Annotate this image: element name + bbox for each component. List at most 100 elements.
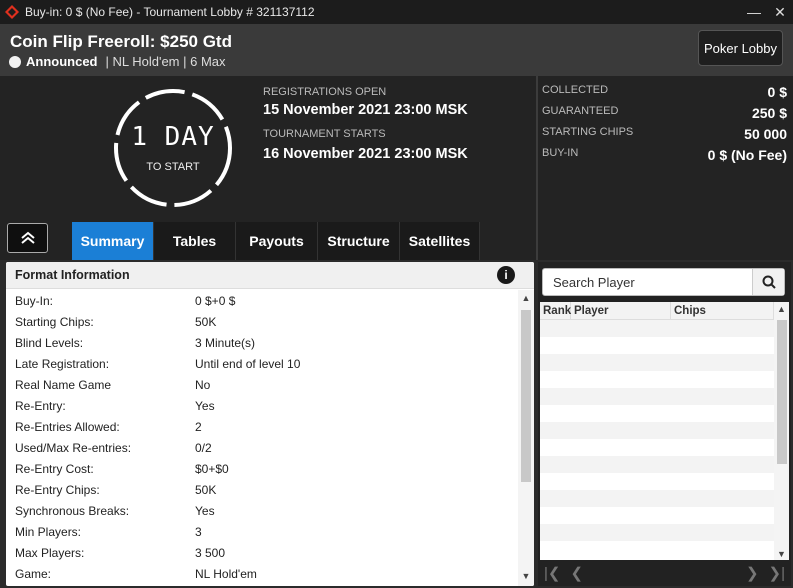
format-row-value: $0+$0 (195, 461, 229, 476)
prev-page-icon[interactable]: ❮ (570, 564, 583, 582)
format-row-key: Re-Entry Cost: (15, 461, 94, 476)
format-row: Late Registration: Until end of level 10 (6, 353, 518, 374)
format-row-key: Re-Entries Allowed: (15, 419, 120, 434)
format-row-value: No (195, 377, 211, 392)
scroll-up-icon[interactable]: ▲ (518, 293, 534, 307)
info-icon[interactable]: i (497, 266, 515, 284)
format-row: Starting Chips: 50K (6, 311, 518, 332)
format-row: Max Players: 3 500 (6, 542, 518, 563)
status-badge: Announced (26, 54, 98, 69)
starting-chips-label: STARTING CHIPS (542, 126, 634, 138)
starts-value: 16 November 2021 23:00 MSK (263, 146, 468, 162)
table-row (540, 405, 789, 422)
players-table: Rank Player Chips ▲ ▼ (540, 302, 789, 560)
players-scroll-down-icon[interactable]: ▼ (774, 549, 789, 559)
format-row-value: 0 $+0 $ (195, 293, 236, 308)
players-table-body (540, 320, 789, 558)
table-row (540, 422, 789, 439)
format-information-panel: Format Information i Buy-In: 0 $+0 $ Start… (6, 262, 534, 586)
search-icon (762, 275, 776, 289)
table-row (540, 507, 789, 524)
collected-value: 0 $ (767, 84, 787, 100)
first-page-icon[interactable]: |❮ (544, 564, 560, 582)
format-row-key: Re-Entry Chips: (15, 482, 100, 497)
tournament-header: Coin Flip Freeroll: $250 Gtd Announced |… (0, 24, 793, 76)
format-row-value: 3 (195, 524, 202, 539)
format-row-value: Yes (195, 398, 215, 413)
format-row-key: Re-Entry: (15, 398, 66, 413)
format-row-key: Max Players: (15, 545, 85, 560)
guaranteed-label: GUARANTEED (542, 105, 619, 117)
registrations-label: REGISTRATIONS OPEN (263, 86, 387, 98)
game-info: | NL Hold'em | 6 Max (105, 54, 226, 69)
format-row-key: Blind Levels: (15, 335, 84, 350)
registrations-value: 15 November 2021 23:00 MSK (263, 102, 468, 118)
column-chips[interactable]: Chips (671, 302, 774, 319)
next-page-icon[interactable]: ❯ (746, 564, 759, 582)
collected-label: COLLECTED (542, 84, 609, 96)
table-row (540, 456, 789, 473)
column-rank[interactable]: Rank (540, 302, 571, 319)
players-scrollbar[interactable]: ▲ ▼ (774, 302, 789, 560)
format-row-value: Yes (195, 503, 215, 518)
table-row (540, 490, 789, 507)
format-row-value: 50K (195, 482, 217, 497)
tournament-subtitle: Announced | NL Hold'em | 6 Max (9, 54, 226, 69)
starts-label: TOURNAMENT STARTS (263, 128, 386, 140)
format-heading: Format Information (6, 262, 534, 289)
tab-tables[interactable]: Tables (154, 222, 236, 260)
close-icon[interactable]: ✕ (767, 0, 793, 24)
guaranteed-value: 250 $ (751, 105, 787, 121)
table-row (540, 371, 789, 388)
format-row-key: Starting Chips: (15, 314, 94, 329)
title-bar: Buy-in: 0 $ (No Fee) - Tournament Lobby … (0, 0, 793, 24)
table-row (540, 337, 789, 354)
format-scrollbar[interactable]: ▲ ▼ (518, 290, 534, 586)
format-row-key: Real Name Game (15, 377, 112, 392)
table-row (540, 541, 789, 558)
scroll-down-icon[interactable]: ▼ (518, 571, 534, 585)
format-row: Re-Entry Cost: $0+$0 (6, 458, 518, 479)
players-panel: Search Player Rank Player Chips ▲ ▼ |❮ ❮… (538, 262, 791, 586)
search-player-input[interactable]: Search Player (553, 275, 635, 290)
tab-satellites[interactable]: Satellites (400, 222, 480, 260)
tab-structure[interactable]: Structure (318, 222, 400, 260)
format-row: Real Name Game No (6, 374, 518, 395)
format-row: Used/Max Re-entries: 0/2 (6, 437, 518, 458)
format-row-value: 50K (195, 314, 217, 329)
column-player[interactable]: Player (571, 302, 671, 319)
table-row (540, 439, 789, 456)
table-row (540, 320, 789, 337)
collapse-button[interactable] (7, 223, 48, 253)
tab-payouts[interactable]: Payouts (236, 222, 318, 260)
lobby-tabs: Summary Tables Payouts Structure Satelli… (72, 222, 480, 260)
table-row (540, 524, 789, 541)
tab-summary[interactable]: Summary (72, 222, 154, 260)
last-page-icon[interactable]: ❯| (769, 564, 785, 582)
double-chevron-up-icon (20, 231, 35, 244)
players-scroll-thumb[interactable] (777, 320, 787, 464)
format-row-key: Synchronous Breaks: (15, 503, 130, 518)
scroll-thumb[interactable] (521, 310, 531, 482)
window-title: Buy-in: 0 $ (No Fee) - Tournament Lobby … (25, 5, 315, 19)
table-row (540, 388, 789, 405)
search-button[interactable] (752, 269, 784, 295)
search-player-field[interactable]: Search Player (542, 268, 785, 296)
format-row: Re-Entry Chips: 50K (6, 479, 518, 500)
info-divider (536, 76, 538, 260)
format-row-value: NL Hold'em (195, 566, 257, 581)
countdown-value: 1 DAY (131, 122, 215, 152)
format-rows: Buy-In: 0 $+0 $ Starting Chips: 50K Blind Le… (6, 290, 518, 584)
status-dot-icon (9, 55, 21, 68)
format-row-value: 3 500 (195, 545, 226, 560)
format-row-key: Buy-In: (15, 293, 54, 308)
format-row: Game: NL Hold'em (6, 563, 518, 584)
tournament-info-panel: 1 DAY TO START REGISTRATIONS OPEN 15 Nov… (0, 76, 793, 260)
players-scroll-up-icon[interactable]: ▲ (774, 304, 789, 314)
format-row: Synchronous Breaks: Yes (6, 500, 518, 521)
table-row (540, 473, 789, 490)
countdown-caption: TO START (146, 161, 200, 173)
minimize-icon[interactable]: — (741, 0, 767, 24)
tournament-name: Coin Flip Freeroll: $250 Gtd (10, 32, 232, 51)
poker-lobby-button[interactable]: Poker Lobby (698, 30, 783, 66)
